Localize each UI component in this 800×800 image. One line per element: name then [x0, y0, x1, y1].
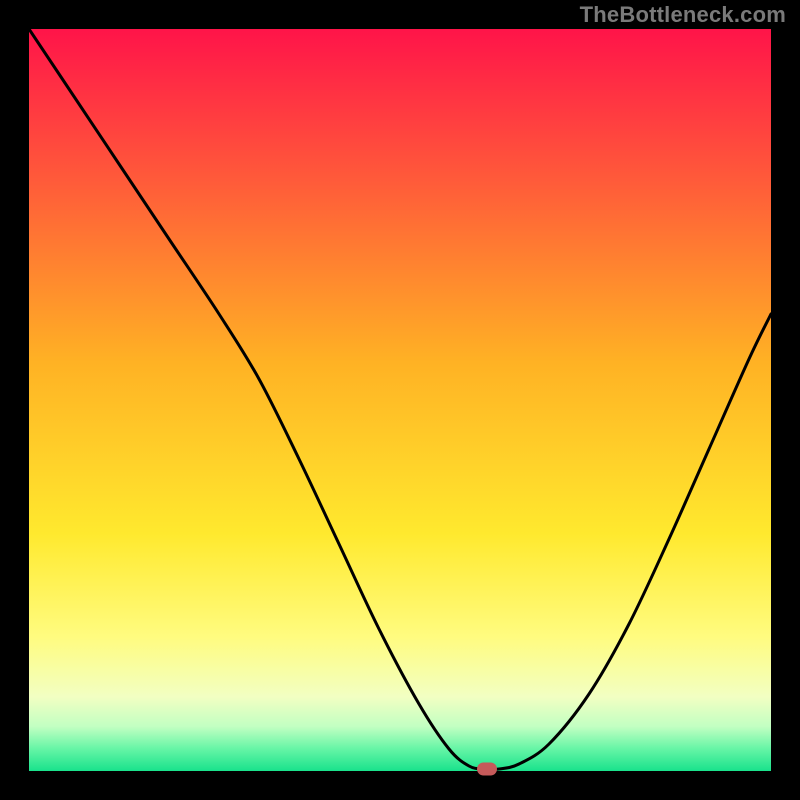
plot-area: [29, 29, 771, 771]
watermark-text: TheBottleneck.com: [580, 2, 786, 28]
chart-frame: TheBottleneck.com: [0, 0, 800, 800]
minimum-marker: [477, 763, 497, 776]
gradient-background: [29, 29, 771, 771]
chart-svg: [29, 29, 771, 771]
